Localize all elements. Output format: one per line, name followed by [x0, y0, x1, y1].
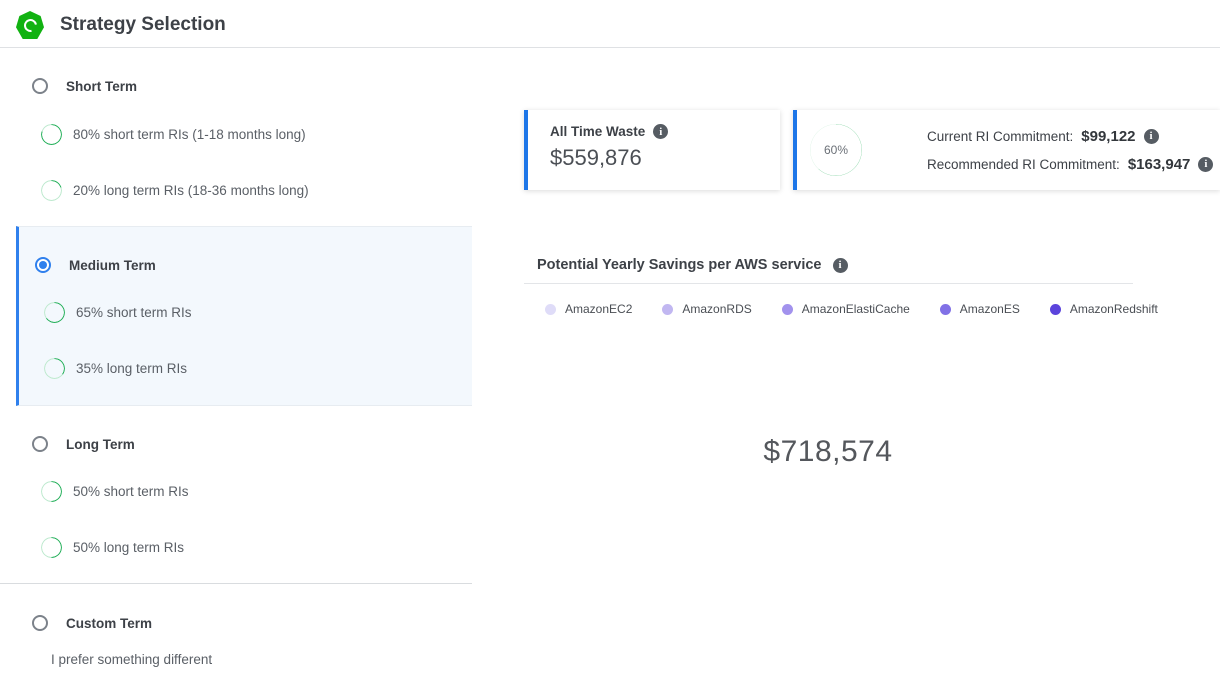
- strategy-option-custom-term[interactable]: Custom Term: [32, 615, 152, 631]
- legend-item-amazonrds[interactable]: AmazonRDS: [662, 302, 751, 316]
- allocation-label: 65% short term RIs: [76, 305, 192, 320]
- legend-dot-icon: [940, 304, 951, 315]
- savings-chart-header: Potential Yearly Savings per AWS service…: [537, 257, 848, 273]
- option-label: Long Term: [66, 437, 135, 452]
- current-commitment-value: $99,122: [1081, 128, 1135, 145]
- recommended-commitment-row: Recommended RI Commitment: $163,947 i: [927, 156, 1213, 173]
- legend-label: AmazonEC2: [565, 302, 632, 316]
- legend-label: AmazonES: [960, 302, 1020, 316]
- info-icon[interactable]: i: [833, 258, 848, 273]
- allocation-label: 50% short term RIs: [73, 484, 189, 499]
- allocation-row: 20% long term RIs (18-36 months long): [41, 180, 309, 201]
- radio-medium-term[interactable]: [35, 257, 51, 273]
- allocation-label: 80% short term RIs (1-18 months long): [73, 127, 306, 142]
- current-commitment-row: Current RI Commitment: $99,122 i: [927, 128, 1213, 145]
- allocation-row: 50% short term RIs: [41, 481, 189, 502]
- recommended-commitment-label: Recommended RI Commitment:: [927, 157, 1120, 172]
- allocation-label: 50% long term RIs: [73, 540, 184, 555]
- allocation-ring-icon: [41, 180, 62, 201]
- page-title: Strategy Selection: [60, 14, 226, 36]
- strategy-option-short-term[interactable]: Short Term: [32, 78, 137, 94]
- info-icon[interactable]: i: [1144, 129, 1159, 144]
- legend-dot-icon: [782, 304, 793, 315]
- radio-long-term[interactable]: [32, 436, 48, 452]
- allocation-label: 35% long term RIs: [76, 361, 187, 376]
- cloudcheckr-logo-icon: [16, 11, 44, 39]
- legend-item-amazones[interactable]: AmazonES: [940, 302, 1020, 316]
- legend-label: AmazonRedshift: [1070, 302, 1158, 316]
- allocation-ring-icon: [44, 302, 65, 323]
- donut-center-value: $718,574: [706, 330, 950, 574]
- legend-label: AmazonRDS: [682, 302, 751, 316]
- legend-item-amazonec2[interactable]: AmazonEC2: [545, 302, 632, 316]
- radio-short-term[interactable]: [32, 78, 48, 94]
- allocation-ring-icon: [41, 537, 62, 558]
- panel-divider: [0, 583, 472, 584]
- chart-legend: AmazonEC2 AmazonRDS AmazonElastiCache Am…: [545, 302, 1158, 316]
- page-header: Strategy Selection: [0, 0, 1220, 48]
- strategy-selection-screen: Strategy Selection Short Term 80% short …: [0, 0, 1220, 691]
- legend-dot-icon: [545, 304, 556, 315]
- legend-label: AmazonElastiCache: [802, 302, 910, 316]
- strategy-option-long-term[interactable]: Long Term: [32, 436, 135, 452]
- legend-item-amazonredshift[interactable]: AmazonRedshift: [1050, 302, 1158, 316]
- legend-item-amazonelasticache[interactable]: AmazonElastiCache: [782, 302, 910, 316]
- waste-card-label: All Time Waste: [550, 124, 645, 139]
- logo-c-arc: [21, 16, 39, 34]
- ri-commitment-card: 60% Current RI Commitment: $99,122 i Rec…: [793, 110, 1220, 190]
- savings-chart-title: Potential Yearly Savings per AWS service: [537, 257, 822, 273]
- custom-term-description: I prefer something different: [51, 652, 212, 667]
- strategy-option-medium-term[interactable]: Medium Term: [35, 257, 156, 273]
- allocation-label: 20% long term RIs (18-36 months long): [73, 183, 309, 198]
- legend-dot-icon: [662, 304, 673, 315]
- option-label: Short Term: [66, 79, 137, 94]
- commitment-gauge-label: 60%: [810, 124, 862, 176]
- allocation-ring-icon: [41, 481, 62, 502]
- radio-custom-term[interactable]: [32, 615, 48, 631]
- current-commitment-label: Current RI Commitment:: [927, 129, 1073, 144]
- allocation-row: 50% long term RIs: [41, 537, 184, 558]
- allocation-ring-icon: [44, 358, 65, 379]
- allocation-row: 35% long term RIs: [44, 358, 187, 379]
- legend-dot-icon: [1050, 304, 1061, 315]
- info-icon[interactable]: i: [653, 124, 668, 139]
- option-label: Custom Term: [66, 616, 152, 631]
- allocation-ring-icon: [41, 124, 62, 145]
- waste-card-value: $559,876: [550, 145, 780, 171]
- option-label: Medium Term: [69, 258, 156, 273]
- allocation-row: 65% short term RIs: [44, 302, 192, 323]
- savings-donut-chart[interactable]: $718,574: [706, 330, 950, 574]
- recommended-commitment-value: $163,947: [1128, 156, 1191, 173]
- allocation-row: 80% short term RIs (1-18 months long): [41, 124, 306, 145]
- info-icon[interactable]: i: [1198, 157, 1213, 172]
- chart-divider: [524, 283, 1133, 284]
- all-time-waste-card: All Time Waste i $559,876: [524, 110, 780, 190]
